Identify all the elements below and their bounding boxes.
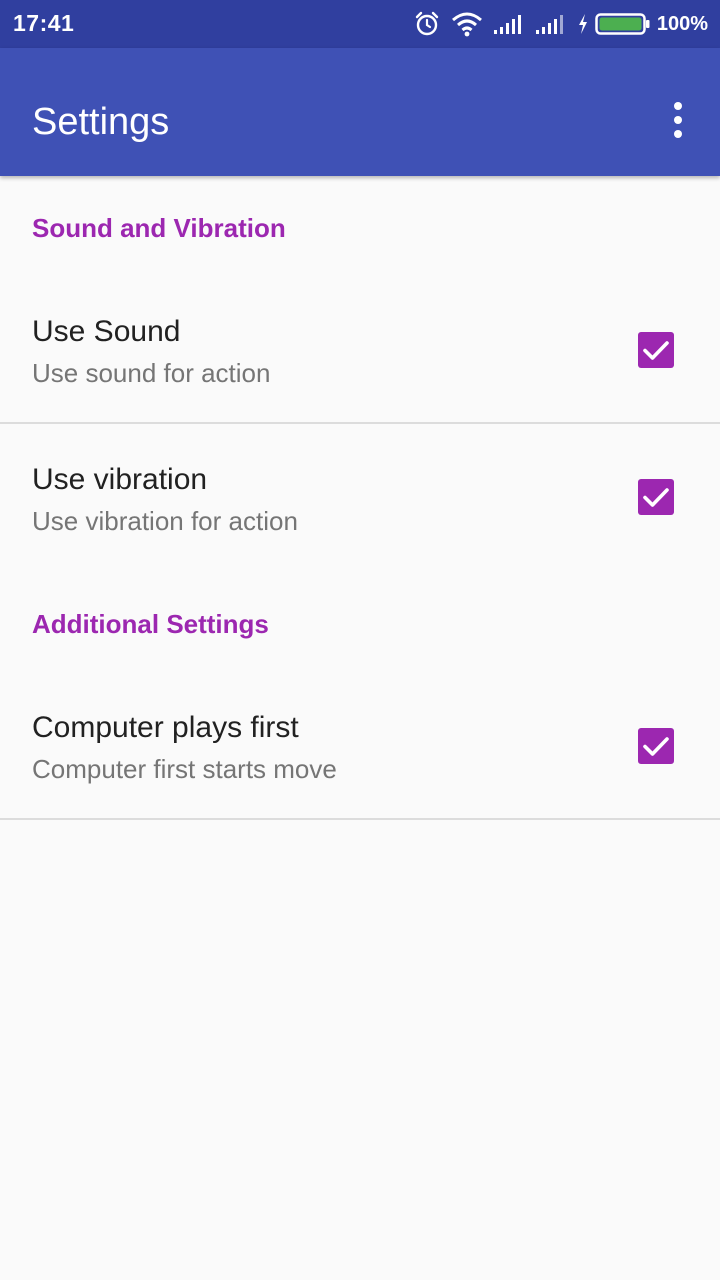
more-vert-icon[interactable] bbox=[664, 100, 692, 140]
check-icon bbox=[638, 479, 674, 515]
pref-title: Use Sound bbox=[32, 315, 181, 348]
pref-use-sound[interactable]: Use Sound Use sound for action bbox=[0, 300, 720, 422]
use-sound-checkbox[interactable] bbox=[638, 332, 674, 368]
status-icons: 100% bbox=[403, 8, 708, 40]
alarm-icon bbox=[413, 10, 441, 38]
signal-icon bbox=[535, 13, 567, 35]
pref-summary: Computer first starts move bbox=[32, 754, 337, 784]
charging-icon bbox=[577, 13, 589, 35]
check-icon bbox=[638, 332, 674, 368]
use-vibration-checkbox[interactable] bbox=[638, 479, 674, 515]
pref-use-vibration[interactable]: Use vibration Use vibration for action bbox=[0, 448, 720, 568]
app-bar: Settings bbox=[0, 48, 720, 176]
menu-dot bbox=[674, 116, 682, 124]
battery-icon bbox=[595, 12, 651, 36]
pref-summary: Use sound for action bbox=[32, 358, 271, 388]
page-title: Settings bbox=[32, 101, 170, 143]
menu-dot bbox=[674, 130, 682, 138]
pref-title: Use vibration bbox=[32, 463, 208, 496]
pref-computer-plays-first[interactable]: Computer plays first Computer first star… bbox=[0, 696, 720, 818]
wifi-icon bbox=[451, 11, 483, 37]
divider bbox=[0, 818, 720, 820]
battery-percent: 100% bbox=[656, 12, 708, 35]
pref-title: Computer plays first bbox=[32, 711, 299, 744]
section-header-additional-settings: Additional Settings bbox=[32, 609, 269, 639]
pref-summary: Use vibration for action bbox=[32, 506, 298, 536]
check-icon bbox=[638, 728, 674, 764]
computer-plays-first-checkbox[interactable] bbox=[638, 728, 674, 764]
divider bbox=[0, 422, 720, 424]
signal-icon bbox=[493, 13, 525, 35]
status-bar: 17:41 100% bbox=[0, 0, 720, 48]
section-header-sound-vibration: Sound and Vibration bbox=[32, 213, 286, 243]
menu-dot bbox=[674, 102, 682, 110]
status-time: 17:41 bbox=[13, 10, 75, 36]
